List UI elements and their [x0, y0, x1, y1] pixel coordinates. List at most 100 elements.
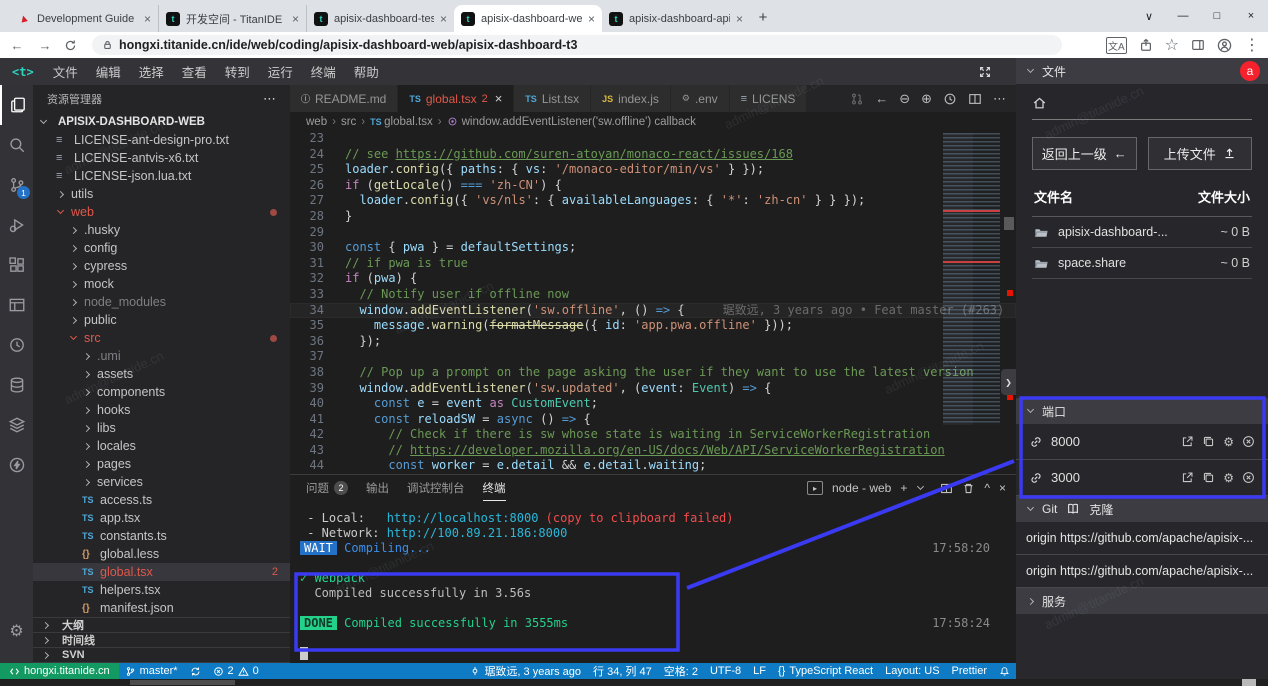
more-actions-icon[interactable]: ⋯ [263, 91, 276, 107]
tree-folder-assets[interactable]: assets [33, 365, 290, 383]
page-horizontal-scrollbar[interactable] [0, 679, 1268, 686]
panel-tab-终端[interactable]: 终端 [483, 475, 506, 501]
tree-file-app.tsx[interactable]: TSapp.tsx [33, 509, 290, 527]
git-remote-row[interactable]: origin https://github.com/apache/apisix-… [1016, 522, 1268, 555]
breadcrumb-item[interactable]: TS global.tsx [370, 116, 433, 128]
url-field[interactable]: hongxi.titanide.cn/ide/web/coding/apisix… [92, 35, 1062, 55]
minimap[interactable] [943, 133, 1000, 425]
new-terminal-icon[interactable]: + [900, 481, 907, 495]
pull-request-icon[interactable] [850, 92, 864, 106]
translate-icon[interactable]: 文A [1106, 37, 1127, 54]
sync-button[interactable] [184, 663, 207, 679]
tree-folder-mock[interactable]: mock [33, 275, 290, 293]
home-icon[interactable] [1032, 96, 1252, 120]
tree-file-LICENSE-antvis-x6.txt[interactable]: ≡LICENSE-antvis-x6.txt [33, 149, 290, 167]
port-settings-gear-icon[interactable]: ⚙ [1223, 435, 1234, 449]
close-port-icon[interactable] [1242, 471, 1255, 484]
preview-window-icon[interactable] [0, 285, 33, 325]
back-icon[interactable]: ← [8, 38, 26, 53]
browser-tab[interactable]: tapisix-dashboard-web - TitanI× [454, 5, 602, 32]
layers-icon[interactable] [0, 405, 33, 445]
code-editor[interactable]: 2324// see https://github.com/suren-atoy… [290, 131, 1016, 474]
sidebar-section-大纲[interactable]: 大纲 [33, 618, 290, 633]
tree-file-LICENSE-ant-design-pro.txt[interactable]: ≡LICENSE-ant-design-pro.txt [33, 131, 290, 149]
tree-folder-web[interactable]: web [33, 203, 290, 221]
history-clock-icon[interactable] [0, 325, 33, 365]
language-mode[interactable]: {}TypeScript React [772, 663, 879, 679]
close-port-icon[interactable] [1242, 435, 1255, 448]
sidebar-section-时间线[interactable]: 时间线 [33, 633, 290, 648]
new-tab-button[interactable]: + [750, 4, 776, 30]
menu-item-转到[interactable]: 转到 [216, 62, 259, 81]
maximize-panel-icon[interactable]: ^ [984, 481, 990, 495]
tree-folder-cypress[interactable]: cypress [33, 257, 290, 275]
editor-tab-List.tsx[interactable]: TSList.tsx [514, 85, 591, 112]
keyboard-layout[interactable]: Layout: US [879, 663, 945, 679]
fullscreen-icon[interactable] [978, 65, 992, 79]
bookmark-star-icon[interactable]: ☆ [1165, 35, 1179, 55]
extensions-icon[interactable] [0, 245, 33, 285]
profile-avatar-icon[interactable] [1217, 38, 1232, 53]
files-section-header[interactable]: 文件 a [1016, 58, 1268, 84]
breadcrumb-item[interactable]: web [306, 116, 327, 128]
indentation-status[interactable]: 空格: 2 [658, 663, 704, 679]
tree-file-constants.ts[interactable]: TSconstants.ts [33, 527, 290, 545]
panel-tab-问题[interactable]: 问题2 [306, 475, 348, 501]
kill-terminal-trash-icon[interactable] [962, 482, 975, 495]
tree-file-helpers.tsx[interactable]: TShelpers.tsx [33, 581, 290, 599]
tree-folder-config[interactable]: config [33, 239, 290, 257]
browser-tab[interactable]: ▲Development Guide | Apache× [10, 5, 158, 32]
panel-tab-输出[interactable]: 输出 [366, 475, 389, 501]
tree-folder-.husky[interactable]: .husky [33, 221, 290, 239]
formatter-status[interactable]: Prettier [946, 663, 993, 679]
scrollbar-thumb[interactable] [130, 680, 235, 685]
port-row-8000[interactable]: 8000⚙ [1016, 424, 1268, 460]
terminal-output[interactable]: - Local: http://localhost:8000 (copy to … [290, 501, 1016, 663]
remove-circle-icon[interactable]: ⊖ [899, 91, 910, 107]
tree-folder-.umi[interactable]: .umi [33, 347, 290, 365]
editor-tab-LICENS[interactable]: ≡LICENS [730, 85, 808, 112]
notifications-bell-icon[interactable] [993, 663, 1016, 679]
copy-icon[interactable] [1202, 471, 1215, 484]
tree-folder-services[interactable]: services [33, 473, 290, 491]
tree-folder-pages[interactable]: pages [33, 455, 290, 473]
open-external-icon[interactable] [1181, 471, 1194, 484]
cursor-position[interactable]: 行 34, 列 47 [587, 663, 658, 679]
tab-close-icon[interactable]: × [440, 12, 447, 26]
menu-item-终端[interactable]: 终端 [302, 62, 345, 81]
project-root-row[interactable]: APISIX-DASHBOARD-WEB [33, 113, 290, 131]
tree-folder-components[interactable]: components [33, 383, 290, 401]
tree-folder-node_modules[interactable]: node_modules [33, 293, 290, 311]
tree-folder-libs[interactable]: libs [33, 419, 290, 437]
nav-back-icon[interactable]: ← [875, 91, 888, 106]
browser-menu-icon[interactable]: ⋮ [1244, 35, 1260, 55]
tree-file-global.tsx[interactable]: TSglobal.tsx2 [33, 563, 290, 581]
editor-tab-global.tsx[interactable]: TSglobal.tsx2× [398, 85, 514, 112]
go-up-directory-button[interactable]: 返回上一级 ← [1032, 137, 1137, 170]
tab-close-icon[interactable]: × [144, 12, 151, 26]
browser-tab[interactable]: t开发空间 - TitanIDE× [158, 5, 306, 32]
maximize-icon[interactable]: □ [1200, 10, 1234, 22]
blame-status[interactable]: 琚致远, 3 years ago [464, 663, 587, 679]
close-window-icon[interactable]: × [1234, 10, 1268, 22]
tree-file-manifest.json[interactable]: {}manifest.json [33, 599, 290, 617]
thunder-icon[interactable] [0, 445, 33, 485]
share-icon[interactable] [1139, 38, 1153, 52]
more-actions-icon[interactable]: ⋯ [993, 91, 1006, 107]
tab-close-icon[interactable]: × [736, 12, 743, 26]
eol-status[interactable]: LF [747, 663, 772, 679]
minimize-icon[interactable]: — [1166, 10, 1200, 22]
user-avatar[interactable]: a [1240, 61, 1260, 81]
window-menu-icon[interactable]: ∨ [1132, 10, 1166, 23]
split-editor-icon[interactable] [968, 92, 982, 106]
sidebar-section-SVN[interactable]: SVN [33, 648, 290, 663]
split-terminal-icon[interactable] [940, 482, 953, 495]
tree-file-global.less[interactable]: {}global.less [33, 545, 290, 563]
source-control-icon[interactable]: 1 [0, 165, 33, 205]
breadcrumb-item[interactable]: src [341, 116, 356, 128]
settings-gear-icon[interactable]: ⚙ [0, 611, 33, 651]
terminal-dropdown-icon[interactable] [917, 483, 924, 490]
port-row-3000[interactable]: 3000⚙ [1016, 460, 1268, 496]
tree-folder-utils[interactable]: utils [33, 185, 290, 203]
copy-icon[interactable] [1202, 435, 1215, 448]
